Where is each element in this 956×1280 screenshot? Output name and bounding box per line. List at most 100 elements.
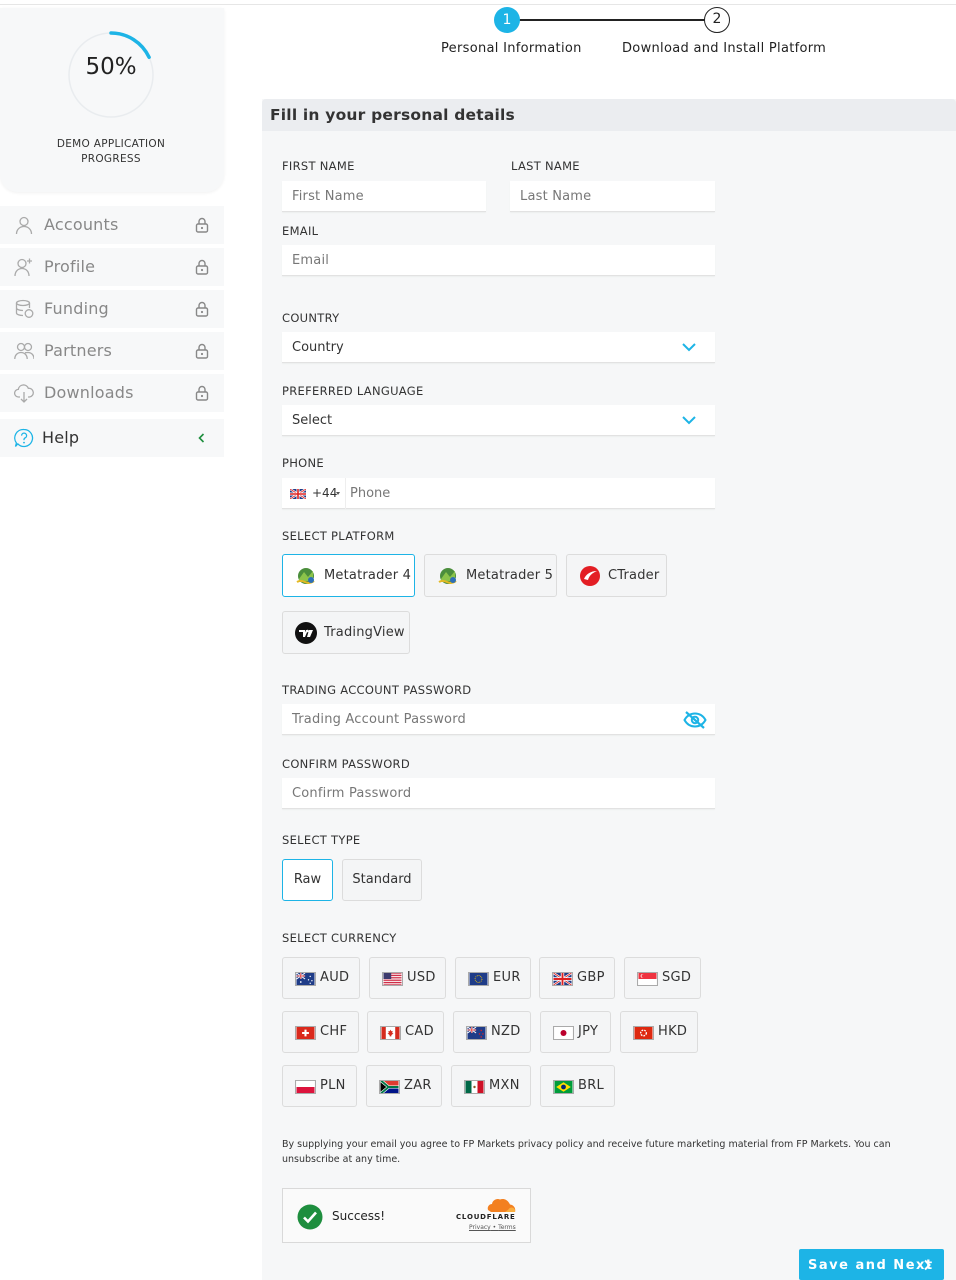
- chevron-down-icon: [682, 343, 696, 352]
- type-raw-button[interactable]: Raw: [282, 859, 333, 901]
- platform-metatrader-5[interactable]: Metatrader 5: [424, 554, 557, 597]
- currency-code: NZD: [491, 1024, 521, 1039]
- currency-code: HKD: [658, 1024, 688, 1039]
- uk-flag-icon[interactable]: [290, 489, 306, 499]
- sidebar-item-profile[interactable]: Profile: [0, 248, 224, 286]
- country-value: Country: [292, 340, 344, 355]
- help-icon: [14, 428, 34, 448]
- sidebar-item-funding[interactable]: Funding: [0, 290, 224, 328]
- phone-placeholder: Phone: [350, 486, 391, 501]
- platform-label: SELECT PLATFORM: [282, 529, 395, 543]
- currency-zar[interactable]: ZAR: [366, 1065, 442, 1107]
- progress-caption: DEMO APPLICATION PROGRESS: [56, 138, 166, 165]
- currency-cad[interactable]: CAD: [367, 1011, 444, 1053]
- trading-password-placeholder: Trading Account Password: [292, 712, 466, 727]
- mexico-flag-icon: [464, 1080, 485, 1094]
- currency-nzd[interactable]: NZD: [453, 1011, 531, 1053]
- platform-metatrader-4[interactable]: Metatrader 4: [282, 554, 415, 597]
- platform-label-text: TradingView: [324, 625, 405, 640]
- caret-down-icon[interactable]: [336, 492, 340, 495]
- privacy-link[interactable]: Privacy: [469, 1224, 491, 1231]
- sidebar-item-label: Downloads: [44, 383, 134, 402]
- sidebar-item-label: Accounts: [44, 215, 119, 234]
- type-standard-button[interactable]: Standard: [342, 859, 422, 901]
- platform-label-text: Metatrader 4: [324, 568, 412, 583]
- lock-icon: [195, 301, 209, 317]
- sidebar-item-downloads[interactable]: Downloads: [0, 374, 224, 412]
- country-label: COUNTRY: [282, 311, 340, 325]
- sidebar-item-accounts[interactable]: Accounts: [0, 206, 224, 244]
- lock-icon: [195, 259, 209, 275]
- country-select[interactable]: Country: [282, 332, 715, 363]
- currency-gbp[interactable]: GBP: [539, 957, 615, 999]
- currency-code: CAD: [405, 1024, 434, 1039]
- coins-icon: [15, 299, 34, 318]
- currency-code: JPY: [578, 1024, 599, 1039]
- top-border: [0, 0, 956, 5]
- email-input[interactable]: Email: [282, 245, 715, 276]
- language-select[interactable]: Select: [282, 405, 715, 436]
- currency-label: SELECT CURRENCY: [282, 931, 397, 945]
- last-name-input[interactable]: Last Name: [510, 181, 715, 212]
- currency-jpy[interactable]: JPY: [540, 1011, 611, 1053]
- save-and-next-label: Save and Next: [808, 1258, 934, 1273]
- currency-mxn[interactable]: MXN: [451, 1065, 531, 1107]
- platform-label-text: CTrader: [608, 568, 660, 583]
- chevron-right-icon: [924, 1259, 931, 1271]
- australia-flag-icon: [295, 972, 316, 986]
- trading-password-label: TRADING ACCOUNT PASSWORD: [282, 683, 472, 697]
- new-zealand-flag-icon: [466, 1026, 487, 1040]
- first-name-placeholder: First Name: [292, 189, 364, 204]
- lock-icon: [195, 217, 209, 233]
- currency-usd[interactable]: USD: [369, 957, 446, 999]
- sidebar-item-help[interactable]: Help: [0, 419, 224, 457]
- trading-password-input[interactable]: Trading Account Password: [282, 704, 715, 735]
- currency-code: CHF: [320, 1024, 348, 1039]
- last-name-label: LAST NAME: [511, 159, 580, 173]
- sidebar-item-partners[interactable]: Partners: [0, 332, 224, 370]
- lock-icon: [195, 343, 209, 359]
- first-name-input[interactable]: First Name: [282, 181, 486, 212]
- currency-brl[interactable]: BRL: [540, 1065, 615, 1107]
- captcha-links: Privacy • Terms: [469, 1224, 516, 1231]
- confirm-password-input[interactable]: Confirm Password: [282, 778, 715, 809]
- language-label: PREFERRED LANGUAGE: [282, 384, 424, 398]
- platform-tradingview[interactable]: TradingView: [282, 611, 410, 654]
- eye-off-icon[interactable]: [683, 710, 707, 730]
- last-name-placeholder: Last Name: [520, 189, 592, 204]
- type-label: SELECT TYPE: [282, 833, 361, 847]
- captcha-widget[interactable]: Success! CLOUDFLARE Privacy • Terms: [282, 1188, 531, 1243]
- currency-pln[interactable]: PLN: [282, 1065, 357, 1107]
- switzerland-flag-icon: [295, 1026, 316, 1040]
- cloud-download-icon: [14, 384, 34, 403]
- metatrader-icon: [438, 568, 457, 584]
- currency-code: AUD: [320, 970, 350, 985]
- email-placeholder: Email: [292, 253, 330, 268]
- progress-percent: 50%: [85, 54, 137, 80]
- currency-code: ZAR: [404, 1078, 432, 1093]
- phone-field[interactable]: +44 Phone: [282, 478, 715, 509]
- currency-sgd[interactable]: SGD: [624, 957, 701, 999]
- currency-chf[interactable]: CHF: [282, 1011, 359, 1053]
- cloudflare-brand: CLOUDFLARE: [456, 1213, 516, 1221]
- platform-ctrader[interactable]: CTrader: [566, 554, 667, 597]
- save-and-next-button[interactable]: Save and Next: [799, 1249, 944, 1280]
- sidebar-item-label: Funding: [44, 299, 109, 318]
- form-title: Fill in your personal details: [270, 106, 515, 124]
- currency-eur[interactable]: EUR: [455, 957, 531, 999]
- singapore-flag-icon: [637, 972, 658, 986]
- currency-aud[interactable]: AUD: [282, 957, 360, 999]
- captcha-status: Success!: [332, 1209, 386, 1223]
- currency-code: GBP: [577, 970, 605, 985]
- usa-flag-icon: [382, 972, 403, 986]
- metatrader-icon: [296, 568, 315, 584]
- currency-code: EUR: [493, 970, 521, 985]
- step-2-label: Download and Install Platform: [622, 41, 827, 56]
- terms-link[interactable]: Terms: [498, 1224, 516, 1231]
- first-name-label: FIRST NAME: [282, 159, 355, 173]
- chevron-left-icon[interactable]: [198, 433, 205, 443]
- currency-hkd[interactable]: HKD: [620, 1011, 698, 1053]
- phone-country-code[interactable]: +44: [312, 486, 337, 500]
- currency-code: SGD: [662, 970, 692, 985]
- south-africa-flag-icon: [379, 1080, 400, 1094]
